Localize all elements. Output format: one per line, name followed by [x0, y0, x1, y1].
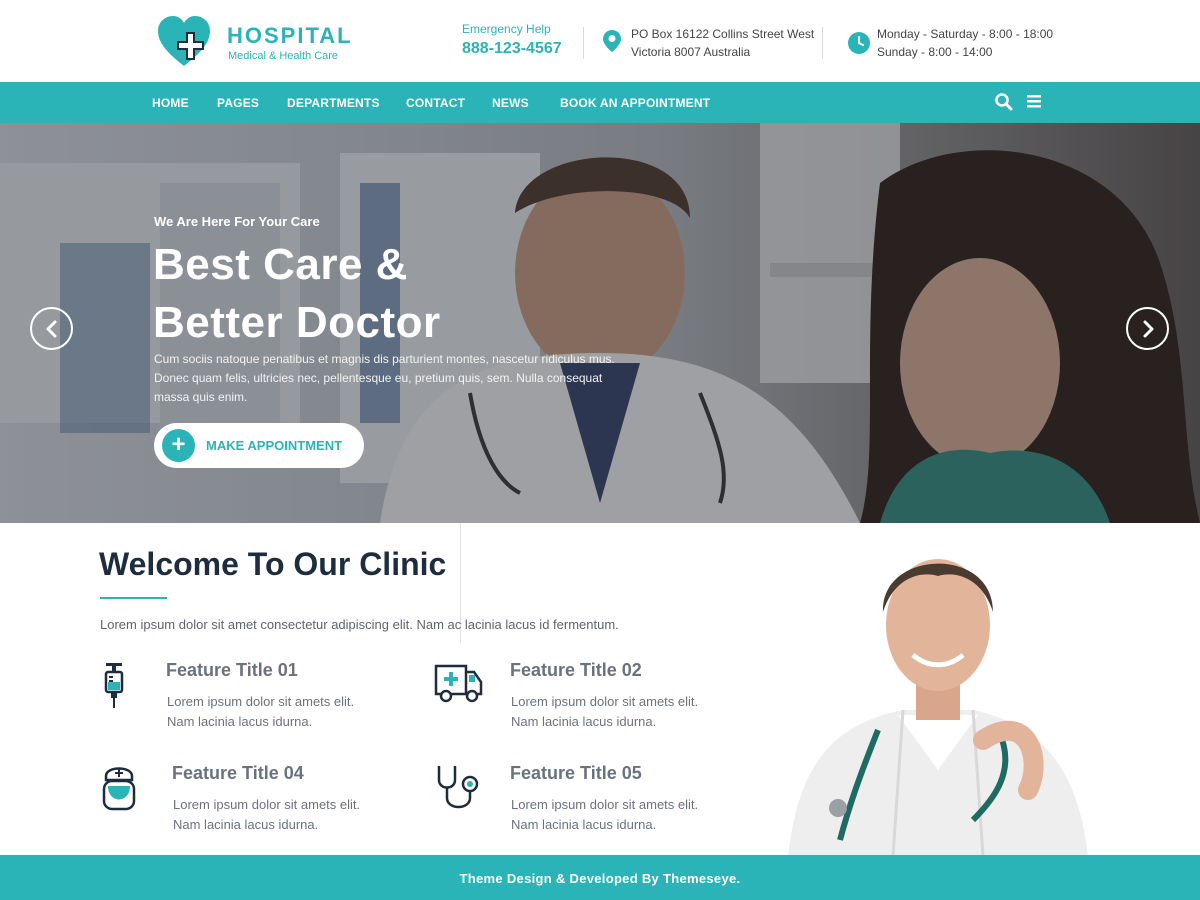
feature-text-line: Nam lacinia lacus idurna. — [167, 714, 313, 729]
hero-slider: We Are Here For Your Care Best Care & Be… — [0, 123, 1200, 523]
address-line: Victoria 8007 Australia — [631, 45, 751, 59]
nav-item-contact[interactable]: CONTACT — [406, 96, 465, 110]
emergency-contact: Emergency Help 888-123-4567 — [462, 22, 562, 58]
search-icon[interactable] — [994, 92, 1014, 112]
header-divider — [583, 27, 584, 59]
feature-text-line: Nam lacinia lacus idurna. — [511, 817, 657, 832]
site-footer: Theme Design & Developed By Themeseye. — [0, 855, 1200, 900]
site-logo[interactable]: HOSPITAL Medical & Health Care — [156, 14, 366, 68]
chevron-left-icon — [46, 320, 57, 338]
hours-line: Sunday - 8:00 - 14:00 — [877, 45, 993, 59]
heart-cross-logo-icon — [158, 16, 210, 66]
nav-item-pages[interactable]: PAGES — [217, 96, 259, 110]
hero-title: Best Care & Better Doctor — [153, 236, 673, 352]
nav-item-home[interactable]: HOME — [152, 96, 189, 110]
feature-text-line: Lorem ipsum dolor sit amets elit. — [511, 797, 699, 812]
hamburger-menu-icon[interactable] — [1026, 93, 1042, 109]
brand-tagline: Medical & Health Care — [228, 50, 339, 62]
section-intro: Lorem ipsum dolor sit amet consectetur a… — [100, 617, 619, 632]
emergency-phone[interactable]: 888-123-4567 — [462, 40, 562, 58]
feature-text-line: Lorem ipsum dolor sit amets elit. — [173, 797, 361, 812]
slider-next-button[interactable] — [1126, 307, 1169, 350]
make-appointment-label: MAKE APPOINTMENT — [206, 438, 343, 453]
stethoscope-icon — [437, 766, 479, 809]
hours-line: Monday - Saturday - 8:00 - 18:00 — [877, 27, 1054, 41]
map-pin-icon — [603, 30, 621, 52]
hero-kicker: We Are Here For Your Care — [154, 214, 320, 229]
emergency-label: Emergency Help — [462, 22, 551, 36]
make-appointment-button[interactable]: + MAKE APPOINTMENT — [154, 423, 364, 468]
hero-description: Cum sociis natoque penatibus et magnis d… — [154, 352, 615, 404]
feature-text-line: Lorem ipsum dolor sit amets elit. — [167, 694, 355, 709]
feature-description: Lorem ipsum dolor sit amets elit. Nam la… — [511, 692, 741, 732]
clock-icon — [848, 32, 870, 54]
site-header: HOSPITAL Medical & Health Care Emergency… — [0, 0, 1200, 82]
feature-title: Feature Title 01 — [166, 660, 298, 680]
header-divider — [822, 27, 823, 59]
feature-description: Lorem ipsum dolor sit amets elit. Nam la… — [511, 795, 741, 835]
nurse-icon — [102, 767, 136, 811]
footer-credits: Theme Design & Developed By Themeseye. — [459, 871, 741, 886]
address-line: PO Box 16122 Collins Street West — [631, 27, 815, 41]
feature-title: Feature Title 05 — [510, 763, 642, 783]
syringe-icon — [104, 663, 124, 708]
plus-icon: + — [162, 429, 195, 462]
slider-prev-button[interactable] — [30, 307, 73, 350]
chevron-right-icon — [1143, 320, 1154, 338]
main-navigation: HOME PAGES DEPARTMENTS CONTACT NEWS BOOK… — [0, 82, 1200, 123]
doctor-portrait-image — [788, 559, 1088, 856]
ambulance-icon — [434, 664, 483, 703]
hero-title-line: Best Care & — [153, 240, 408, 289]
feature-description: Lorem ipsum dolor sit amets elit. Nam la… — [173, 795, 403, 835]
nav-item-departments[interactable]: DEPARTMENTS — [287, 96, 380, 110]
feature-title: Feature Title 04 — [172, 763, 304, 783]
title-underline — [100, 597, 167, 599]
brand-name: HOSPITAL — [227, 23, 353, 48]
feature-description: Lorem ipsum dolor sit amets elit. Nam la… — [167, 692, 397, 732]
nav-item-book-appointment[interactable]: BOOK AN APPOINTMENT — [560, 96, 710, 110]
hero-title-line: Better Doctor — [153, 298, 441, 347]
feature-text-line: Lorem ipsum dolor sit amets elit. — [511, 694, 699, 709]
section-title: Welcome To Our Clinic — [99, 546, 447, 582]
feature-text-line: Nam lacinia lacus idurna. — [511, 714, 657, 729]
feature-title: Feature Title 02 — [510, 660, 642, 680]
nav-item-news[interactable]: NEWS — [492, 96, 529, 110]
feature-text-line: Nam lacinia lacus idurna. — [173, 817, 319, 832]
